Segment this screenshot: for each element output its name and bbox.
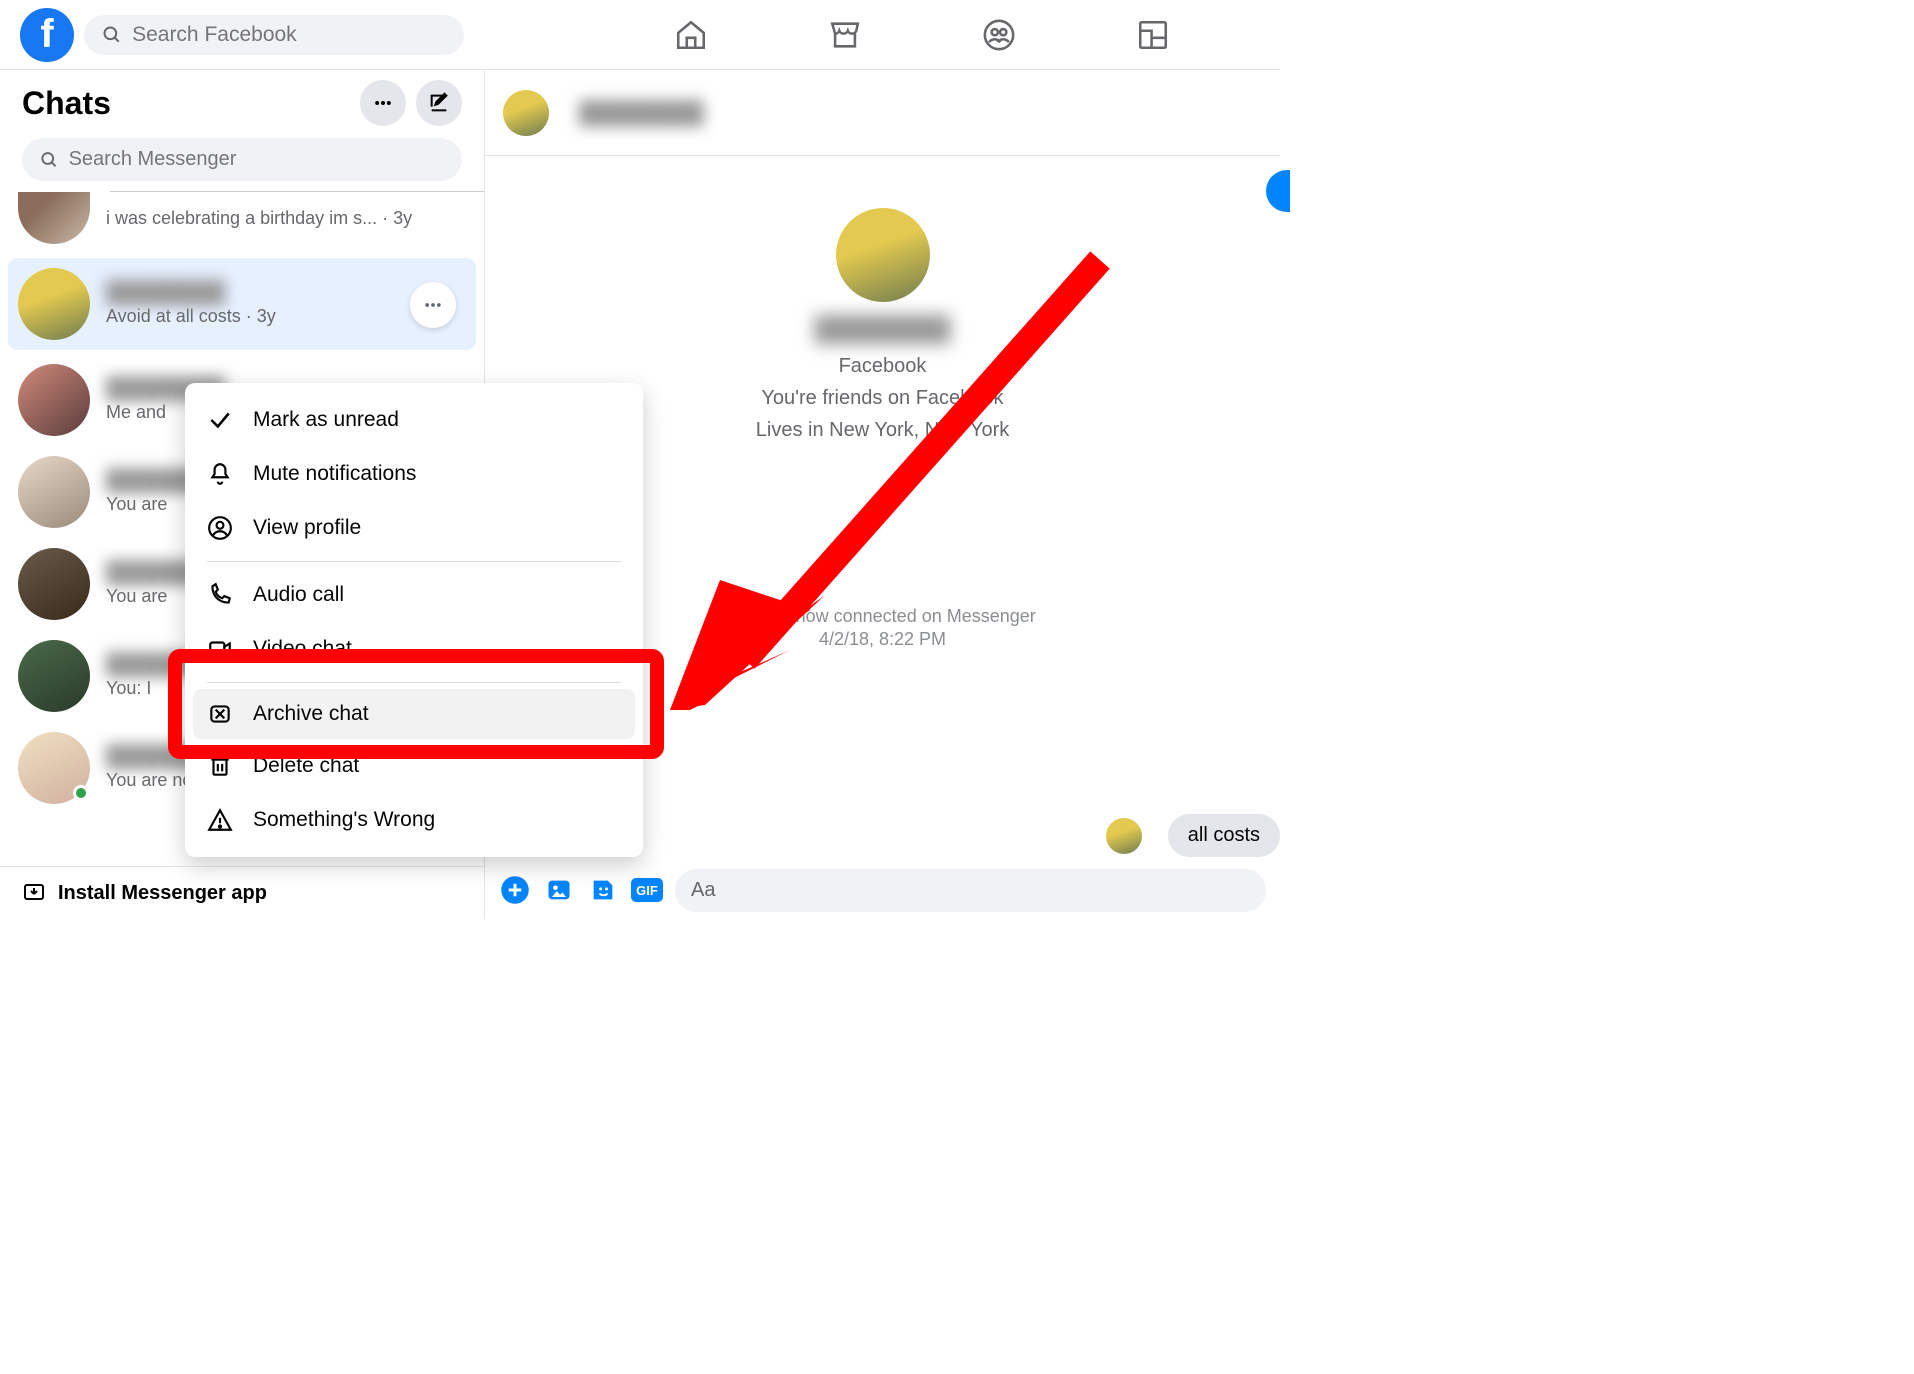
- presence-dot: [73, 785, 89, 801]
- home-icon[interactable]: [674, 18, 708, 52]
- message-input[interactable]: Aa: [675, 869, 1266, 912]
- contact-info: Lives in New York, New York: [756, 414, 1009, 446]
- avatar[interactable]: [503, 90, 549, 136]
- avatar: [18, 268, 90, 340]
- gaming-icon[interactable]: [1136, 18, 1170, 52]
- top-bar: f: [0, 0, 1280, 70]
- avatar: [18, 732, 90, 804]
- gif-icon[interactable]: GIF: [631, 874, 663, 906]
- menu-delete-chat[interactable]: Delete chat: [185, 739, 643, 793]
- top-nav: [674, 18, 1170, 52]
- menu-video-chat[interactable]: Video chat: [185, 622, 643, 676]
- avatar: [18, 192, 90, 244]
- menu-something-wrong[interactable]: Something's Wrong: [185, 793, 643, 847]
- avatar: [18, 548, 90, 620]
- menu-view-profile[interactable]: View profile: [185, 501, 643, 555]
- contact-info: You're friends on Facebook: [761, 382, 1003, 414]
- groups-icon[interactable]: [982, 18, 1016, 52]
- connected-text: You are now connected on Messenger: [729, 606, 1036, 627]
- search-icon: [40, 150, 59, 170]
- context-menu: Mark as unread Mute notifications View p…: [185, 383, 643, 857]
- marketplace-icon[interactable]: [828, 18, 862, 52]
- contact-name: ████████: [814, 316, 950, 344]
- menu-audio-call[interactable]: Audio call: [185, 568, 643, 622]
- avatar: [836, 208, 930, 302]
- compose-button[interactable]: [416, 80, 462, 126]
- chat-row-selected[interactable]: ████████ Avoid at all costs · 3y: [8, 258, 476, 350]
- chats-title: Chats: [22, 85, 111, 122]
- global-search-input[interactable]: [132, 23, 446, 47]
- menu-mark-unread[interactable]: Mark as unread: [185, 393, 643, 447]
- svg-text:GIF: GIF: [636, 883, 658, 898]
- message-row: all costs: [1106, 814, 1280, 857]
- install-label: Install Messenger app: [58, 882, 267, 905]
- download-icon: [22, 881, 46, 905]
- contact-info: Facebook: [839, 350, 927, 382]
- chat-row[interactable]: i was celebrating a birthday im s... · 3…: [0, 192, 484, 254]
- chat-more-button[interactable]: [410, 282, 456, 328]
- message-bubble: all costs: [1168, 814, 1280, 857]
- menu-mute[interactable]: Mute notifications: [185, 447, 643, 501]
- avatar: [18, 640, 90, 712]
- photo-icon[interactable]: [543, 874, 575, 906]
- menu-archive-chat[interactable]: Archive chat: [193, 689, 635, 739]
- chat-preview: i was celebrating a birthday im s... · 3…: [106, 208, 466, 229]
- global-search[interactable]: [84, 15, 464, 55]
- conversation-title: ████████: [579, 100, 704, 126]
- avatar: [18, 456, 90, 528]
- composer: GIF Aa: [485, 861, 1280, 919]
- timestamp: 4/2/18, 8:22 PM: [819, 629, 946, 650]
- messenger-search-input[interactable]: [69, 148, 444, 171]
- search-icon: [102, 24, 122, 46]
- avatar: [18, 364, 90, 436]
- messenger-search[interactable]: [22, 138, 462, 181]
- facebook-logo[interactable]: f: [20, 8, 74, 62]
- plus-icon[interactable]: [499, 874, 531, 906]
- sticker-icon[interactable]: [587, 874, 619, 906]
- install-app-button[interactable]: Install Messenger app: [0, 866, 484, 919]
- avatar: [1106, 818, 1142, 854]
- chats-options-button[interactable]: [360, 80, 406, 126]
- conversation-header: ████████: [485, 70, 1280, 156]
